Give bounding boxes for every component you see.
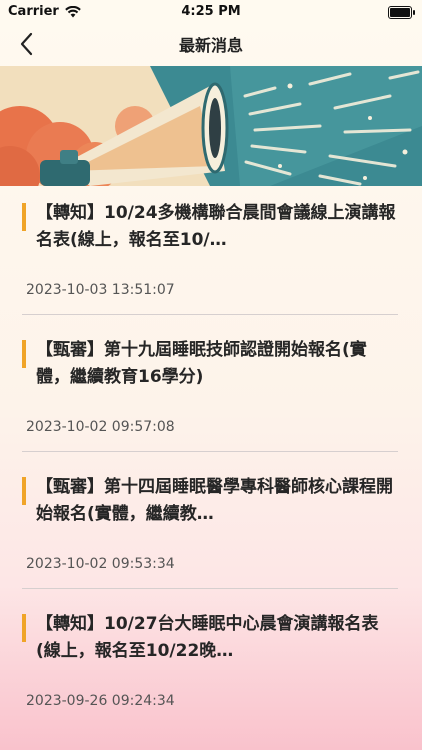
news-list: 【轉知】10/24多機構聯合晨間會議線上演講報名表(線上，報名至10/… 202… [0,186,422,734]
accent-bar [22,477,26,505]
accent-bar [22,340,26,368]
news-item[interactable]: 【甄審】第十九屆睡眠技師認證開始報名(實體，繼續教育16學分) 2023-10-… [0,323,422,460]
news-title: 【甄審】第十四屆睡眠醫學專科醫師核心課程開始報名(實體，繼續教… [36,477,393,524]
news-date: 2023-10-02 09:53:34 [26,556,175,572]
battery-icon [388,6,415,19]
navigation-bar: 最新消息 [0,24,422,64]
news-date: 2023-10-02 09:57:08 [26,419,175,435]
banner-image [0,66,422,186]
chevron-left-icon[interactable] [14,30,42,58]
accent-bar [22,203,26,231]
divider [22,588,398,589]
divider [22,314,398,315]
news-item[interactable]: 【甄審】第十四屆睡眠醫學專科醫師核心課程開始報名(實體，繼續教… 2023-10… [0,460,422,597]
news-item[interactable]: 【轉知】10/27台大睡眠中心晨會演講報名表(線上，報名至10/22晚… 202… [0,597,422,734]
status-bar: Carrier 4:25 PM [0,0,422,24]
news-item[interactable]: 【轉知】10/24多機構聯合晨間會議線上演講報名表(線上，報名至10/… 202… [0,186,422,323]
status-time: 4:25 PM [181,4,241,19]
news-date: 2023-10-03 13:51:07 [26,282,175,298]
megaphone-illustration [0,66,422,186]
divider [22,451,398,452]
accent-bar [22,614,26,642]
page-title: 最新消息 [178,36,243,55]
news-title: 【轉知】10/24多機構聯合晨間會議線上演講報名表(線上，報名至10/… [36,203,396,250]
news-title: 【轉知】10/27台大睡眠中心晨會演講報名表(線上，報名至10/22晚… [36,614,379,661]
news-date: 2023-09-26 09:24:34 [26,693,175,709]
news-title: 【甄審】第十九屆睡眠技師認證開始報名(實體，繼續教育16學分) [36,340,367,387]
